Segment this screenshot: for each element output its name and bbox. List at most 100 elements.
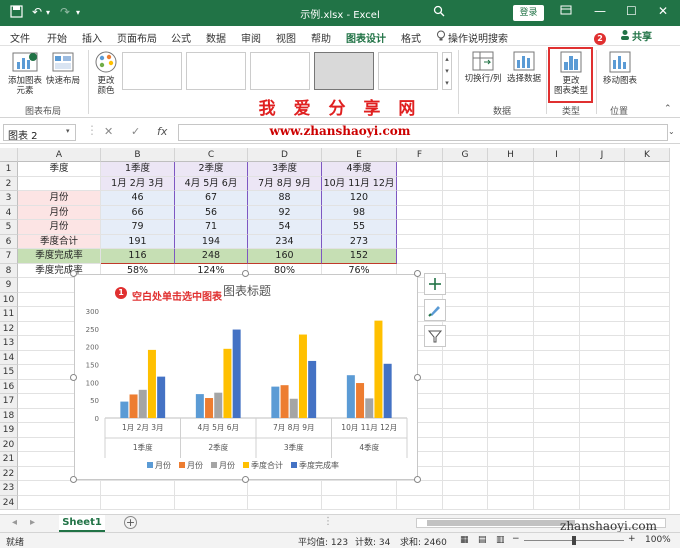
cell-K24[interactable] xyxy=(625,495,670,510)
cell-K6[interactable] xyxy=(625,234,670,249)
cell-E7[interactable]: 152 xyxy=(322,249,397,264)
cell-K3[interactable] xyxy=(625,191,670,206)
cell-J18[interactable] xyxy=(580,408,625,423)
cell-H14[interactable] xyxy=(488,350,534,365)
cell-I18[interactable] xyxy=(534,408,580,423)
cell-I7[interactable] xyxy=(534,249,580,264)
cell-K5[interactable] xyxy=(625,220,670,235)
cell-I14[interactable] xyxy=(534,350,580,365)
column-header-A[interactable]: A xyxy=(18,148,101,162)
select-data-button[interactable]: 选择数据 xyxy=(505,50,543,84)
tab-formulas[interactable]: 公式 xyxy=(171,30,191,45)
restore-button[interactable]: ☐ xyxy=(626,4,637,18)
row-header-11[interactable]: 11 xyxy=(0,307,18,322)
column-header-K[interactable]: K xyxy=(625,148,670,162)
cell-H10[interactable] xyxy=(488,292,534,307)
tab-review[interactable]: 审阅 xyxy=(241,30,261,45)
cell-F4[interactable] xyxy=(397,205,443,220)
cell-E1[interactable]: 4季度 xyxy=(322,162,397,177)
cell-I4[interactable] xyxy=(534,205,580,220)
cell-J6[interactable] xyxy=(580,234,625,249)
cell-J19[interactable] xyxy=(580,423,625,438)
cell-K16[interactable] xyxy=(625,379,670,394)
row-header-21[interactable]: 21 xyxy=(0,452,18,467)
cell-B4[interactable]: 66 xyxy=(101,205,175,220)
cell-G21[interactable] xyxy=(443,452,488,467)
cell-H16[interactable] xyxy=(488,379,534,394)
page-break-view-icon[interactable]: ▥ xyxy=(496,535,505,545)
resize-handle-ne[interactable] xyxy=(414,270,421,277)
cell-H7[interactable] xyxy=(488,249,534,264)
chart-filters-button[interactable] xyxy=(424,325,446,347)
cell-H19[interactable] xyxy=(488,423,534,438)
row-header-23[interactable]: 23 xyxy=(0,481,18,496)
cell-J24[interactable] xyxy=(580,495,625,510)
zoom-in-icon[interactable]: + xyxy=(628,534,636,544)
quick-layout-button[interactable]: 快速布局 xyxy=(44,50,82,86)
cell-D6[interactable]: 234 xyxy=(248,234,322,249)
cell-K19[interactable] xyxy=(625,423,670,438)
cell-I6[interactable] xyxy=(534,234,580,249)
cell-I11[interactable] xyxy=(534,307,580,322)
cell-E23[interactable] xyxy=(322,481,397,496)
cell-I13[interactable] xyxy=(534,336,580,351)
cell-H15[interactable] xyxy=(488,365,534,380)
cell-D5[interactable]: 54 xyxy=(248,220,322,235)
cell-B6[interactable]: 191 xyxy=(101,234,175,249)
row-header-7[interactable]: 7 xyxy=(0,249,18,264)
cell-H4[interactable] xyxy=(488,205,534,220)
cell-F24[interactable] xyxy=(397,495,443,510)
cell-A3[interactable]: 月份 xyxy=(18,191,101,206)
cell-G15[interactable] xyxy=(443,365,488,380)
cell-K8[interactable] xyxy=(625,263,670,278)
cell-K1[interactable] xyxy=(625,162,670,177)
cell-H11[interactable] xyxy=(488,307,534,322)
cell-G24[interactable] xyxy=(443,495,488,510)
zoom-slider[interactable] xyxy=(524,536,624,545)
cell-I2[interactable] xyxy=(534,176,580,191)
cell-E5[interactable]: 55 xyxy=(322,220,397,235)
cell-G13[interactable] xyxy=(443,336,488,351)
login-button[interactable]: 登录 xyxy=(513,5,544,21)
page-layout-view-icon[interactable]: ▤ xyxy=(478,535,487,545)
cell-G6[interactable] xyxy=(443,234,488,249)
row-header-9[interactable]: 9 xyxy=(0,278,18,293)
cell-E24[interactable] xyxy=(322,495,397,510)
row-header-12[interactable]: 12 xyxy=(0,321,18,336)
cell-A23[interactable] xyxy=(18,481,101,496)
cell-E3[interactable]: 120 xyxy=(322,191,397,206)
scrollbar-thumb[interactable] xyxy=(427,520,575,526)
resize-handle-se[interactable] xyxy=(414,476,421,483)
tab-view[interactable]: 视图 xyxy=(276,30,296,45)
tab-insert[interactable]: 插入 xyxy=(82,30,102,45)
column-header-B[interactable]: B xyxy=(101,148,175,162)
cell-K12[interactable] xyxy=(625,321,670,336)
chart-area[interactable]: 图表标题 0 50 100 150 200 250 300 1月 2月 3月 1季度 4月 5月 6… xyxy=(74,274,418,480)
cell-D1[interactable]: 3季度 xyxy=(248,162,322,177)
cell-A7[interactable]: 季度完成率 xyxy=(18,249,101,264)
cell-I9[interactable] xyxy=(534,278,580,293)
cell-C23[interactable] xyxy=(175,481,248,496)
chart-style-1[interactable] xyxy=(122,52,182,90)
cell-F2[interactable] xyxy=(397,176,443,191)
cell-B23[interactable] xyxy=(101,481,175,496)
column-header-H[interactable]: H xyxy=(488,148,534,162)
cell-B3[interactable]: 46 xyxy=(101,191,175,206)
cell-G18[interactable] xyxy=(443,408,488,423)
cell-J5[interactable] xyxy=(580,220,625,235)
cell-H22[interactable] xyxy=(488,466,534,481)
cell-A6[interactable]: 季度合计 xyxy=(18,234,101,249)
cell-A5[interactable]: 月份 xyxy=(18,220,101,235)
cell-H21[interactable] xyxy=(488,452,534,467)
cell-I23[interactable] xyxy=(534,481,580,496)
cell-C2[interactable]: 4月 5月 6月 xyxy=(175,176,248,191)
cell-B2[interactable]: 1月 2月 3月 xyxy=(101,176,175,191)
cell-G20[interactable] xyxy=(443,437,488,452)
chart-style-5[interactable] xyxy=(378,52,438,90)
cell-H12[interactable] xyxy=(488,321,534,336)
cell-A1[interactable]: 季度 xyxy=(18,162,101,177)
row-header-22[interactable]: 22 xyxy=(0,466,18,481)
cell-D7[interactable]: 160 xyxy=(248,249,322,264)
column-header-G[interactable]: G xyxy=(443,148,488,162)
row-header-3[interactable]: 3 xyxy=(0,191,18,206)
